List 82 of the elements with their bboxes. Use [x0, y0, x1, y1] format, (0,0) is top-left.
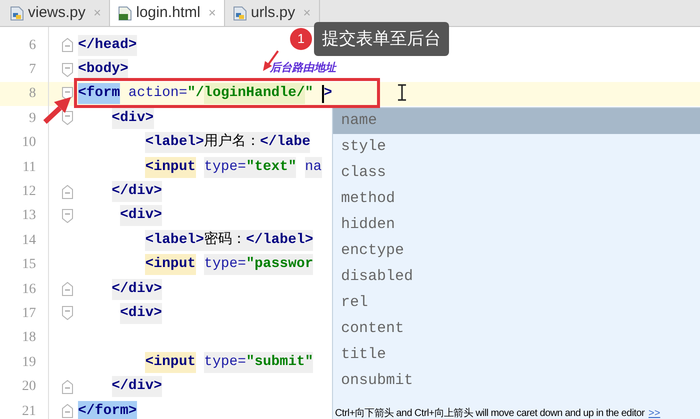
completion-hint: Ctrl+向下箭头 and Ctrl+向上箭头 will move caret down and up in the editor	[335, 406, 645, 419]
code-token: type=	[204, 156, 246, 178]
fold-marker-icon[interactable]	[62, 62, 73, 77]
code-token: loginHandle/	[204, 83, 305, 104]
line-number: 9	[28, 110, 37, 128]
html-file-icon	[118, 6, 132, 20]
code-token: <label>	[145, 132, 204, 154]
completion-item[interactable]: title	[333, 342, 700, 368]
tab-label: views.py	[28, 2, 86, 23]
code-token: "text"	[246, 156, 296, 178]
code-token: <form	[78, 83, 120, 104]
code-token: type=	[204, 254, 246, 276]
completion-item[interactable]: hidden	[333, 212, 700, 238]
hint-link[interactable]: >>	[648, 406, 660, 419]
code-token: <div>	[120, 205, 162, 226]
step-badge: 1	[290, 28, 312, 50]
code-token: </label>	[246, 230, 314, 251]
code-token: </labe	[260, 132, 310, 154]
code-token: "submit"	[246, 352, 314, 373]
line-number: 21	[21, 402, 37, 419]
line-number: 20	[21, 378, 37, 396]
code-token: <div>	[112, 108, 154, 129]
code-token: "passwor	[246, 254, 314, 276]
code-token: </div>	[112, 278, 162, 300]
code-token: <label>	[145, 230, 204, 251]
completion-item[interactable]: name	[333, 108, 700, 134]
fold-marker-icon[interactable]	[62, 111, 73, 126]
code-token: action=	[128, 84, 188, 104]
code-token: "/	[187, 84, 204, 104]
code-token: <input	[145, 254, 196, 276]
callout-text: 提交表单至后台	[314, 22, 449, 56]
line-number: 13	[21, 207, 37, 226]
text-cursor-icon	[397, 84, 407, 101]
line-number: 10	[21, 134, 37, 152]
code-token: <input	[145, 156, 196, 178]
fold-marker-icon[interactable]	[62, 380, 73, 394]
code-token: </div>	[112, 376, 162, 398]
fold-marker-icon[interactable]	[62, 86, 73, 101]
code-token: <input	[145, 352, 196, 373]
code-token: <div>	[120, 302, 162, 324]
fold-marker-icon[interactable]	[62, 184, 73, 199]
code-token: >	[324, 84, 332, 104]
line-number: 19	[21, 354, 37, 372]
line-number: 14	[21, 232, 37, 250]
file-tab[interactable]: login.html ×	[110, 0, 225, 26]
completion-item[interactable]: onsubmit	[333, 368, 700, 394]
tab-label: login.html	[136, 2, 200, 23]
arrow-icon	[42, 96, 72, 124]
line-number: 12	[21, 183, 37, 202]
fold-marker-icon[interactable]	[62, 306, 73, 320]
line-number: 6	[28, 36, 37, 55]
python-file-icon	[10, 6, 24, 20]
code-token: 密码：	[204, 230, 246, 251]
completion-item[interactable]: style	[333, 134, 700, 160]
annotation-text: 后台路由地址	[270, 60, 336, 76]
completion-item[interactable]: method	[333, 186, 700, 212]
line-number: 17	[21, 304, 37, 323]
line-number: 16	[21, 280, 37, 299]
code-token: na	[304, 156, 322, 178]
fold-marker-icon[interactable]	[62, 208, 73, 223]
fold-marker-icon[interactable]	[62, 404, 73, 418]
code-token: 用户名：	[204, 132, 260, 154]
code-token: </head>	[78, 34, 137, 56]
code-token: "	[304, 84, 314, 104]
code-token: type=	[204, 352, 246, 373]
code-token: </form>	[78, 400, 137, 419]
completion-item[interactable]: enctype	[333, 238, 700, 264]
line-number: 7	[28, 61, 37, 80]
line-number: 18	[21, 329, 37, 348]
completion-item[interactable]: content	[333, 316, 700, 342]
line-number: 8	[28, 85, 37, 104]
completion-item[interactable]: rel	[333, 290, 700, 316]
fold-marker-icon[interactable]	[62, 282, 73, 296]
code-token: <body>	[78, 59, 128, 80]
completion-item[interactable]: disabled	[333, 264, 700, 290]
python-file-icon	[232, 6, 247, 20]
line-number: 11	[22, 158, 37, 177]
fold-marker-icon[interactable]	[62, 38, 73, 52]
code-token: </div>	[112, 181, 162, 202]
completion-item[interactable]: class	[333, 160, 700, 186]
tab-label: urls.py	[250, 2, 296, 23]
line-number: 15	[21, 256, 37, 274]
